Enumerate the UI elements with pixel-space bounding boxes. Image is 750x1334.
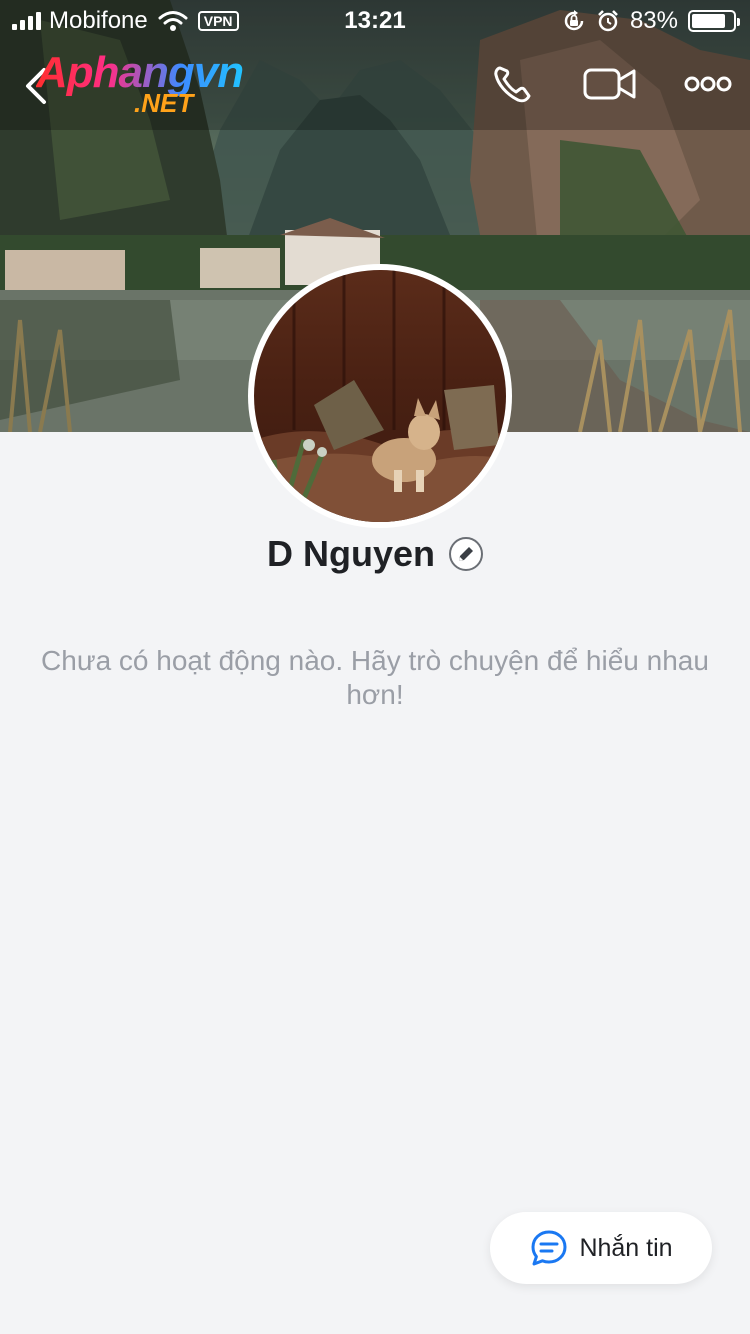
battery-percent: 83% — [629, 7, 678, 34]
pencil-icon — [459, 547, 473, 561]
avatar-photo — [254, 270, 506, 522]
edit-name-button[interactable] — [449, 537, 483, 571]
battery-fill — [692, 14, 726, 28]
send-message-label: Nhắn tin — [579, 1233, 673, 1262]
avatar-dog-illustration — [254, 270, 506, 522]
phone-icon — [494, 66, 531, 103]
empty-activity-message: Chưa có hoạt động nào. Hãy trò chuyện để… — [41, 645, 709, 710]
profile-name-row: D Nguyen — [0, 530, 750, 578]
send-message-button[interactable]: Nhắn tin — [490, 1212, 712, 1284]
logo-sub-text: .NET — [134, 88, 194, 118]
status-right: 83% — [562, 7, 740, 35]
video-call-icon — [583, 68, 636, 100]
profile-name: D Nguyen — [266, 533, 435, 574]
video-call-button[interactable] — [582, 62, 638, 106]
call-button[interactable] — [490, 62, 542, 106]
alarm-icon — [598, 10, 618, 32]
battery-icon — [688, 10, 740, 32]
status-bar: Mobifone VPN 13:21 83% — [0, 0, 750, 42]
chat-bubble-icon — [531, 1230, 567, 1266]
rotation-lock-icon — [564, 10, 584, 31]
more-icon — [684, 76, 732, 92]
avatar[interactable] — [248, 264, 512, 528]
more-button[interactable] — [684, 62, 732, 106]
watermark-logo: Aphangvn .NET — [36, 48, 272, 118]
